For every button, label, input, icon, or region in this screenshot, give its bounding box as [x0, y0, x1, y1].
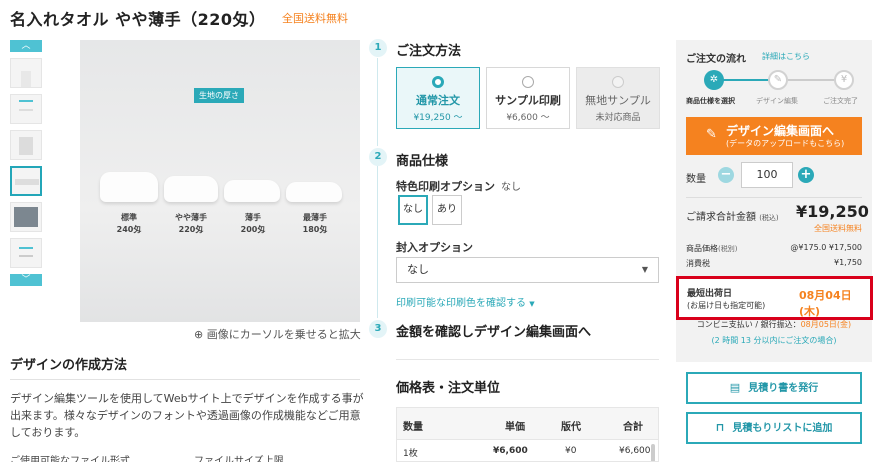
price-table: 数量 単価 版代 合計 1枚 ¥6,600 ¥0 ¥6,600 — [396, 407, 659, 462]
flow-step-3-label: ご注文完了 — [823, 97, 858, 105]
towel-thin — [224, 180, 280, 202]
step-2-number: 2 — [369, 148, 387, 166]
order-method-normal[interactable]: 通常注文 ¥19,250 〜 — [396, 67, 480, 129]
design-description: デザイン編集ツールを使用してWebサイト上でデザインを作成する事が出来ます。様々… — [10, 392, 364, 439]
total-price: ¥19,250 — [796, 202, 869, 221]
order-method-plain-sample: 無地サンプル 未対応商品 — [576, 67, 660, 129]
table-scrollbar[interactable] — [651, 444, 655, 461]
thumbnail-6[interactable] — [10, 238, 42, 268]
chevron-down-icon: ▼ — [641, 265, 648, 274]
image-label: 生地の厚さ — [194, 88, 244, 103]
step-3-number: 3 — [369, 320, 387, 338]
step-1-title: ご注文方法 — [396, 44, 462, 59]
col-plate-fee: 版代 — [561, 422, 581, 433]
order-deadline-note: (2 時間 13 分以内にご注文の場合) — [711, 336, 837, 345]
file-formats-label: ご使用可能なファイル形式 — [10, 456, 130, 462]
thumbnail-1[interactable] — [10, 58, 42, 88]
total-label: ご請求合計金額 (税込) — [686, 212, 779, 223]
design-edit-icon: ✎ — [768, 70, 788, 90]
special-print-none-toggle[interactable]: なし — [398, 195, 428, 225]
thumb-down-button[interactable]: ﹀ — [10, 274, 42, 286]
towel-label-3: 薄手 200匁 — [240, 213, 266, 234]
quantity-input[interactable]: 100 — [741, 162, 793, 188]
item-price-value: @¥175.0 ¥17,500 — [790, 243, 862, 252]
step-connector — [377, 58, 378, 146]
design-section-title: デザインの作成方法 — [10, 358, 128, 373]
quantity-minus-button[interactable]: − — [718, 167, 734, 183]
towel-thinnest — [286, 182, 342, 202]
towel-label-2: やや薄手 220匁 — [175, 213, 207, 234]
print-colors-link[interactable]: 印刷可能な印刷色を確認する ▼ — [396, 294, 535, 309]
edit-icon: ✎ — [706, 127, 717, 142]
divider — [396, 359, 659, 360]
flow-title: ご注文の流れ — [686, 54, 746, 65]
step-2-title: 商品仕様 — [396, 154, 449, 169]
shipping-date-label: 最短出荷日 — [687, 289, 733, 299]
shipping-date-sub: (お届け日も指定可能) — [687, 301, 766, 310]
table-header: 数量 単価 版代 合計 — [397, 408, 658, 440]
free-shipping-badge: 全国送料無料 — [282, 12, 348, 25]
bookmark-icon: ⊓ — [715, 421, 725, 434]
special-print-label: 特色印刷オプション なし — [396, 180, 521, 193]
order-method-sample-print[interactable]: サンプル印刷 ¥6,600 〜 — [486, 67, 570, 129]
tax-label: 消費税 — [686, 259, 710, 268]
caret-down-icon: ▼ — [529, 300, 535, 308]
divider — [10, 379, 360, 380]
enclose-select[interactable]: なし ▼ — [396, 257, 659, 283]
thumbnail-4-selected[interactable] — [10, 166, 42, 196]
thumbnail-2[interactable] — [10, 94, 42, 124]
flow-step-1-label: 商品仕様を選択 — [686, 97, 735, 105]
total-free-shipping: 全国送料無料 — [814, 224, 862, 233]
design-editor-button[interactable]: ✎ デザイン編集画面へ (データのアップロードもこちら) — [686, 117, 862, 155]
document-icon: ▤ — [729, 381, 741, 394]
shipping-date-box: 最短出荷日 (お届け日も指定可能) 08月04日(木) — [676, 276, 873, 320]
step-connector — [377, 166, 378, 318]
special-print-yes-toggle[interactable]: あり — [432, 195, 462, 225]
file-size-label: ファイルサイズ上限 — [194, 456, 284, 462]
flow-step-2-label: デザイン編集 — [756, 97, 798, 105]
tax-value: ¥1,750 — [834, 258, 862, 267]
add-to-estimate-list-button[interactable]: ⊓ 見積もりリストに追加 — [686, 412, 862, 444]
thumbnail-strip: ︿ ﹀ — [10, 40, 42, 286]
price-table-title: 価格表・注文単位 — [396, 381, 501, 396]
towel-slightly-thin — [164, 176, 218, 202]
radio-icon — [522, 76, 534, 88]
flow-detail-link[interactable]: 詳細はこちら — [762, 51, 810, 62]
col-unit-price: 単価 — [505, 422, 525, 433]
item-price-label: 商品価格(税別) — [686, 244, 738, 253]
step-1-number: 1 — [369, 39, 387, 57]
convenience-payment-info: コンビニ支払い / 銀行振込：08月05日(金) — [696, 320, 852, 329]
product-image[interactable]: 生地の厚さ 標準 240匁 やや薄手 220匁 薄手 200匁 最薄手 180匁 — [80, 40, 360, 322]
towel-label-1: 標準 240匁 — [116, 213, 142, 234]
col-quantity: 数量 — [403, 422, 423, 433]
radio-selected-icon — [432, 76, 444, 88]
thumb-up-button[interactable]: ︿ — [10, 40, 42, 52]
product-page: 名入れタオル やや薄手（220匁） 全国送料無料 ︿ ﹀ 生地の厚さ 標準 240… — [0, 0, 880, 462]
divider — [686, 197, 862, 198]
enclose-label: 封入オプション — [396, 241, 473, 254]
zoom-icon: ⊕ — [194, 328, 207, 341]
step-3-title: 金額を確認しデザイン編集画面へ — [396, 325, 592, 340]
order-complete-icon: ¥ — [834, 70, 854, 90]
towel-label-4: 最薄手 180匁 — [302, 213, 328, 234]
col-total: 合計 — [623, 422, 643, 433]
thumbnail-3[interactable] — [10, 130, 42, 160]
spec-select-icon: ✲ — [704, 70, 724, 90]
shipping-date-value: 08月04日(木) — [799, 289, 852, 318]
quantity-plus-button[interactable]: + — [798, 167, 814, 183]
zoom-hint: ⊕ 画像にカーソルを乗せると拡大 — [194, 328, 361, 341]
page-title: 名入れタオル やや薄手（220匁） — [10, 10, 266, 29]
towel-standard — [100, 172, 158, 202]
quantity-label: 数量 — [686, 174, 706, 185]
radio-disabled-icon — [612, 76, 624, 88]
issue-estimate-button[interactable]: ▤ 見積り書を発行 — [686, 372, 862, 404]
thumbnail-5[interactable] — [10, 202, 42, 232]
